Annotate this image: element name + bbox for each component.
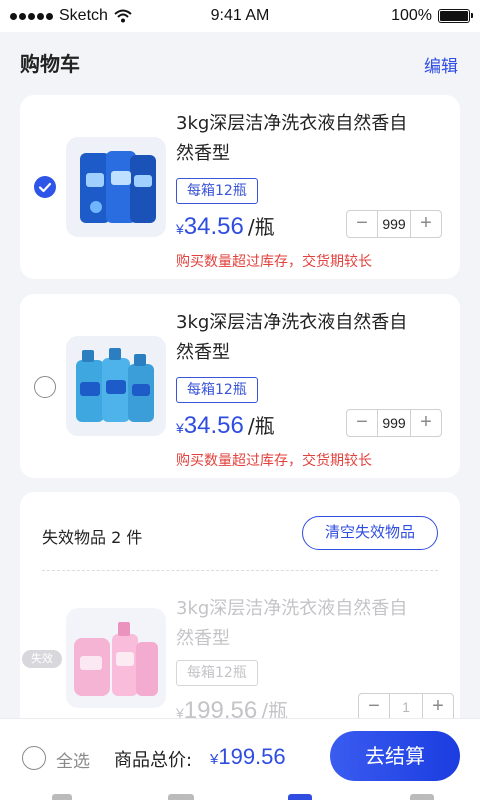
product-image[interactable] — [66, 137, 166, 237]
product-image[interactable] — [66, 336, 166, 436]
plus-icon[interactable]: + — [411, 410, 441, 436]
plus-icon: + — [432, 695, 444, 717]
product-name: 3kg深层洁净洗衣液自然香自 然香型 — [176, 113, 408, 164]
clear-invalid-button[interactable]: 清空失效物品 — [302, 516, 438, 550]
status-bar: Sketch 9:41 AM 100% — [0, 0, 480, 32]
quantity-stepper: − 999 + — [346, 210, 442, 238]
invalid-items-card: 失效物品 2 件 清空失效物品 失效 3kg深层洁净洗衣液自然香自 然香型 每箱1… — [20, 492, 460, 732]
product-price: ¥34.56/瓶 — [176, 412, 275, 439]
battery-icon — [438, 9, 473, 23]
plus-icon[interactable]: + — [411, 211, 441, 237]
minus-icon[interactable]: − — [347, 211, 377, 237]
select-all-checkbox[interactable] — [22, 746, 46, 770]
invalid-items-title: 失效物品 2 件 — [42, 528, 143, 547]
invalid-badge: 失效 — [22, 650, 62, 668]
checkout-bar: 全选 商品总价: ¥199.56 去结算 — [0, 718, 480, 800]
page-header: 购物车 编辑 — [0, 32, 480, 88]
cart-item-card: 3kg深层洁净洗衣液自然香自 然香型 每箱12瓶 ¥34.56/瓶 − 999 +… — [20, 294, 460, 478]
product-name: 3kg深层洁净洗衣液自然香自 然香型 — [176, 598, 408, 649]
quantity-stepper: − 1 + — [358, 693, 454, 721]
checkout-button[interactable]: 去结算 — [330, 731, 460, 781]
quantity-value[interactable]: 999 — [377, 410, 411, 436]
tab-hint-icon — [410, 794, 434, 800]
pack-tag: 每箱12瓶 — [176, 660, 258, 686]
quantity-value[interactable]: 999 — [377, 211, 411, 237]
tab-hint-icon — [52, 794, 72, 800]
product-image — [66, 608, 166, 708]
cart-item-card: 3kg深层洁净洗衣液自然香自 然香型 每箱12瓶 ¥34.56/瓶 − 999 +… — [20, 95, 460, 279]
stock-warning: 购买数量超过库存，交货期较长 — [176, 453, 372, 469]
status-right: 100% — [391, 7, 473, 25]
page-title: 购物车 — [20, 52, 80, 76]
minus-icon[interactable]: − — [347, 410, 377, 436]
pack-tag: 每箱12瓶 — [176, 178, 258, 204]
pack-tag: 每箱12瓶 — [176, 377, 258, 403]
check-circle-icon[interactable] — [34, 176, 56, 198]
divider — [42, 570, 438, 571]
empty-circle-icon[interactable] — [34, 376, 56, 398]
tab-hint-icon — [168, 794, 194, 800]
product-price: ¥34.56/瓶 — [176, 213, 275, 240]
battery-percent: 100% — [391, 7, 432, 24]
product-name: 3kg深层洁净洗衣液自然香自 然香型 — [176, 312, 408, 363]
total-price: ¥199.56 — [210, 744, 286, 769]
quantity-stepper: − 999 + — [346, 409, 442, 437]
tab-hint-icon — [288, 794, 312, 800]
minus-icon: − — [368, 695, 380, 717]
select-all-label[interactable]: 全选 — [56, 747, 90, 772]
stock-warning: 购买数量超过库存，交货期较长 — [176, 254, 372, 270]
quantity-value: 1 — [389, 694, 423, 720]
edit-button[interactable]: 编辑 — [424, 52, 458, 77]
total-label: 商品总价: — [114, 750, 193, 771]
